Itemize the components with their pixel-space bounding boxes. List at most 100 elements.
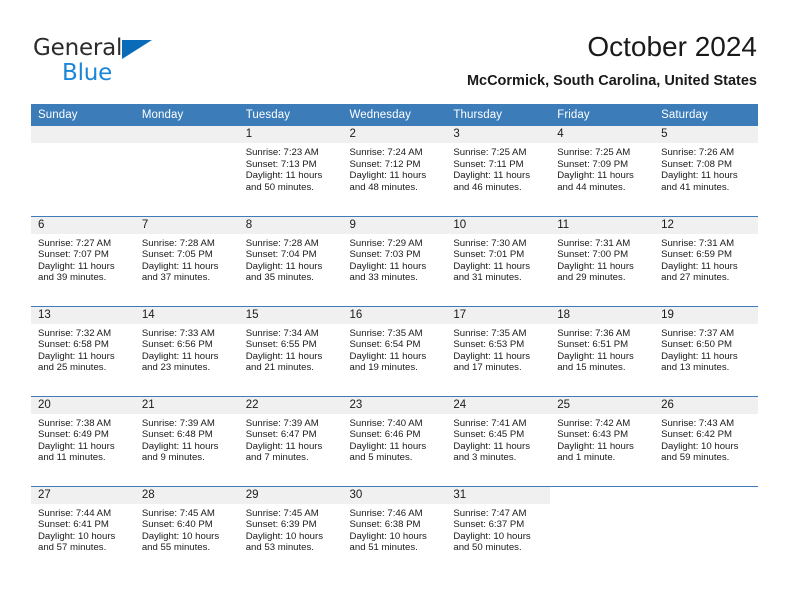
daylight-text-line1: Daylight: 11 hours [557,260,634,272]
day-number: 31 [446,486,551,504]
calendar-day-cell[interactable]: 6 Sunrise: 7:27 AM Sunset: 7:07 PM Dayli… [31,215,135,306]
logo-text-blue: Blue [62,60,113,86]
day-details: Sunrise: 7:31 AM Sunset: 7:00 PM Dayligh… [550,234,654,284]
daylight-text-line2: and 51 minutes. [349,542,418,554]
day-cell-inner: 12 Sunrise: 7:31 AM Sunset: 6:59 PM Dayl… [654,216,758,306]
daylight-text-line2: and 59 minutes. [661,452,730,464]
calendar-day-cell[interactable]: 13 Sunrise: 7:32 AM Sunset: 6:58 PM Dayl… [31,305,135,396]
calendar-day-cell[interactable]: 3 Sunrise: 7:25 AM Sunset: 7:11 PM Dayli… [446,126,551,216]
sunrise-text: Sunrise: 7:40 AM [349,417,423,429]
sunrise-text: Sunrise: 7:25 AM [557,147,631,158]
day-details: Sunrise: 7:32 AM Sunset: 6:58 PM Dayligh… [31,324,135,374]
day-details: Sunrise: 7:38 AM Sunset: 6:49 PM Dayligh… [31,414,135,464]
sunset-text: Sunset: 6:41 PM [38,519,109,531]
calendar-day-cell[interactable]: 7 Sunrise: 7:28 AM Sunset: 7:05 PM Dayli… [134,215,239,306]
daylight-text-line1: Daylight: 11 hours [349,260,427,272]
calendar-day-cell[interactable] [550,485,655,576]
calendar-day-cell[interactable]: 26 Sunrise: 7:43 AM Sunset: 6:42 PM Dayl… [654,395,758,486]
daylight-text-line2: and 15 minutes. [557,362,626,374]
day-number: 5 [654,126,758,143]
calendar-day-cell[interactable]: 29 Sunrise: 7:45 AM Sunset: 6:39 PM Dayl… [238,485,343,576]
calendar-day-cell[interactable] [654,485,758,576]
calendar-day-cell[interactable]: 4 Sunrise: 7:25 AM Sunset: 7:09 PM Dayli… [550,126,655,216]
calendar-day-cell[interactable]: 30 Sunrise: 7:46 AM Sunset: 6:38 PM Dayl… [342,485,447,576]
logo[interactable]: General Blue [33,36,233,86]
day-details: Sunrise: 7:30 AM Sunset: 7:01 PM Dayligh… [446,234,550,284]
day-details: Sunrise: 7:33 AM Sunset: 6:56 PM Dayligh… [135,324,239,374]
calendar-day-cell[interactable]: 10 Sunrise: 7:30 AM Sunset: 7:01 PM Dayl… [446,215,551,306]
sunset-text: Sunset: 6:39 PM [245,519,317,531]
calendar-day-cell[interactable]: 2 Sunrise: 7:24 AM Sunset: 7:12 PM Dayli… [342,126,447,216]
calendar-day-cell[interactable]: 31 Sunrise: 7:47 AM Sunset: 6:37 PM Dayl… [446,485,551,576]
day-details: Sunrise: 7:34 AM Sunset: 6:55 PM Dayligh… [239,324,343,374]
daylight-text-line1: Daylight: 11 hours [661,170,738,182]
calendar-day-cell[interactable]: 17 Sunrise: 7:35 AM Sunset: 6:53 PM Dayl… [446,305,551,396]
sunrise-text: Sunrise: 7:29 AM [349,237,423,249]
calendar-day-cell[interactable]: 11 Sunrise: 7:31 AM Sunset: 7:00 PM Dayl… [550,215,655,306]
day-number: 4 [550,126,655,143]
calendar-day-cell[interactable]: 20 Sunrise: 7:38 AM Sunset: 6:49 PM Dayl… [31,395,135,486]
calendar-day-cell[interactable]: 28 Sunrise: 7:45 AM Sunset: 6:40 PM Dayl… [134,485,239,577]
daylight-text-line2: and 7 minutes. [245,452,309,464]
day-number: 9 [342,216,447,234]
day-number: 7 [134,216,239,234]
calendar-week-row: 13 Sunrise: 7:32 AM Sunset: 6:58 PM Dayl… [31,305,758,396]
day-number: 13 [31,306,135,324]
daylight-text-line1: Daylight: 11 hours [453,440,530,452]
daylight-text-line1: Daylight: 10 hours [661,440,739,452]
calendar-day-cell[interactable]: 21 Sunrise: 7:39 AM Sunset: 6:48 PM Dayl… [134,395,239,486]
calendar-body: 1 Sunrise: 7:23 AM Sunset: 7:13 PM Dayli… [31,126,758,576]
day-cell-inner: 19 Sunrise: 7:37 AM Sunset: 6:50 PM Dayl… [654,306,758,396]
day-number [31,126,135,143]
day-number: 18 [550,306,655,324]
logo-row-bottom: Blue [33,61,233,85]
day-cell-inner: 5 Sunrise: 7:26 AM Sunset: 7:08 PM Dayli… [654,126,758,216]
day-details: Sunrise: 7:28 AM Sunset: 7:04 PM Dayligh… [239,234,343,284]
day-number: 15 [238,306,343,324]
calendar-page: General Blue October 2024 McCormick, Sou… [0,0,792,612]
calendar-day-cell[interactable]: 27 Sunrise: 7:44 AM Sunset: 6:41 PM Dayl… [31,485,135,576]
logo-text-general: General [33,35,123,61]
daylight-text-line2: and 29 minutes. [557,272,626,284]
calendar-day-cell[interactable]: 18 Sunrise: 7:36 AM Sunset: 6:51 PM Dayl… [550,305,655,396]
calendar-day-cell[interactable]: 25 Sunrise: 7:42 AM Sunset: 6:43 PM Dayl… [550,395,655,486]
calendar-day-cell[interactable]: 14 Sunrise: 7:33 AM Sunset: 6:56 PM Dayl… [134,305,239,396]
daylight-text-line1: Daylight: 11 hours [349,350,427,362]
calendar-day-cell[interactable]: 19 Sunrise: 7:37 AM Sunset: 6:50 PM Dayl… [654,305,758,396]
calendar-day-cell[interactable]: 8 Sunrise: 7:28 AM Sunset: 7:04 PM Dayli… [238,215,343,306]
calendar-day-cell[interactable]: 24 Sunrise: 7:41 AM Sunset: 6:45 PM Dayl… [446,395,551,486]
daylight-text-line2: and 48 minutes. [349,181,418,193]
sunrise-text: Sunrise: 7:27 AM [38,237,112,249]
weekday-header-monday: Monday [134,104,239,126]
day-cell-inner: 25 Sunrise: 7:42 AM Sunset: 6:43 PM Dayl… [550,396,655,486]
sunset-text: Sunset: 7:05 PM [141,249,213,261]
calendar-day-cell[interactable]: 1 Sunrise: 7:23 AM Sunset: 7:13 PM Dayli… [238,126,343,216]
sunrise-text: Sunrise: 7:30 AM [453,237,527,249]
day-number: 16 [342,306,447,324]
calendar-day-cell[interactable]: 22 Sunrise: 7:39 AM Sunset: 6:47 PM Dayl… [238,395,343,486]
daylight-text-line2: and 23 minutes. [141,362,211,374]
calendar-day-cell[interactable]: 5 Sunrise: 7:26 AM Sunset: 7:08 PM Dayli… [654,126,758,216]
day-cell-inner: 28 Sunrise: 7:45 AM Sunset: 6:40 PM Dayl… [134,486,239,577]
calendar-day-cell[interactable]: 16 Sunrise: 7:35 AM Sunset: 6:54 PM Dayl… [342,305,447,396]
day-details: Sunrise: 7:46 AM Sunset: 6:38 PM Dayligh… [343,504,447,554]
daylight-text-line1: Daylight: 10 hours [245,530,324,542]
sunrise-text: Sunrise: 7:34 AM [245,327,319,339]
sunset-text: Sunset: 7:13 PM [245,158,317,170]
calendar-day-cell[interactable]: 12 Sunrise: 7:31 AM Sunset: 6:59 PM Dayl… [654,215,758,306]
daylight-text-line2: and 53 minutes. [245,542,314,554]
daylight-text-line1: Daylight: 11 hours [453,350,530,362]
calendar-day-cell[interactable] [134,126,239,216]
sunset-text: Sunset: 6:53 PM [453,339,525,351]
day-cell-inner: 26 Sunrise: 7:43 AM Sunset: 6:42 PM Dayl… [654,396,758,486]
calendar-day-cell[interactable]: 9 Sunrise: 7:29 AM Sunset: 7:03 PM Dayli… [342,215,447,306]
day-number: 26 [654,396,758,414]
calendar-day-cell[interactable]: 23 Sunrise: 7:40 AM Sunset: 6:46 PM Dayl… [342,395,447,486]
day-details: Sunrise: 7:23 AM Sunset: 7:13 PM Dayligh… [239,143,343,193]
sunset-text: Sunset: 7:00 PM [557,249,629,261]
calendar-day-cell[interactable]: 15 Sunrise: 7:34 AM Sunset: 6:55 PM Dayl… [238,305,343,396]
daylight-text-line1: Daylight: 10 hours [141,530,220,542]
sunrise-text: Sunrise: 7:26 AM [661,147,735,158]
sunrise-text: Sunrise: 7:46 AM [349,507,423,519]
calendar-day-cell[interactable] [31,126,135,216]
